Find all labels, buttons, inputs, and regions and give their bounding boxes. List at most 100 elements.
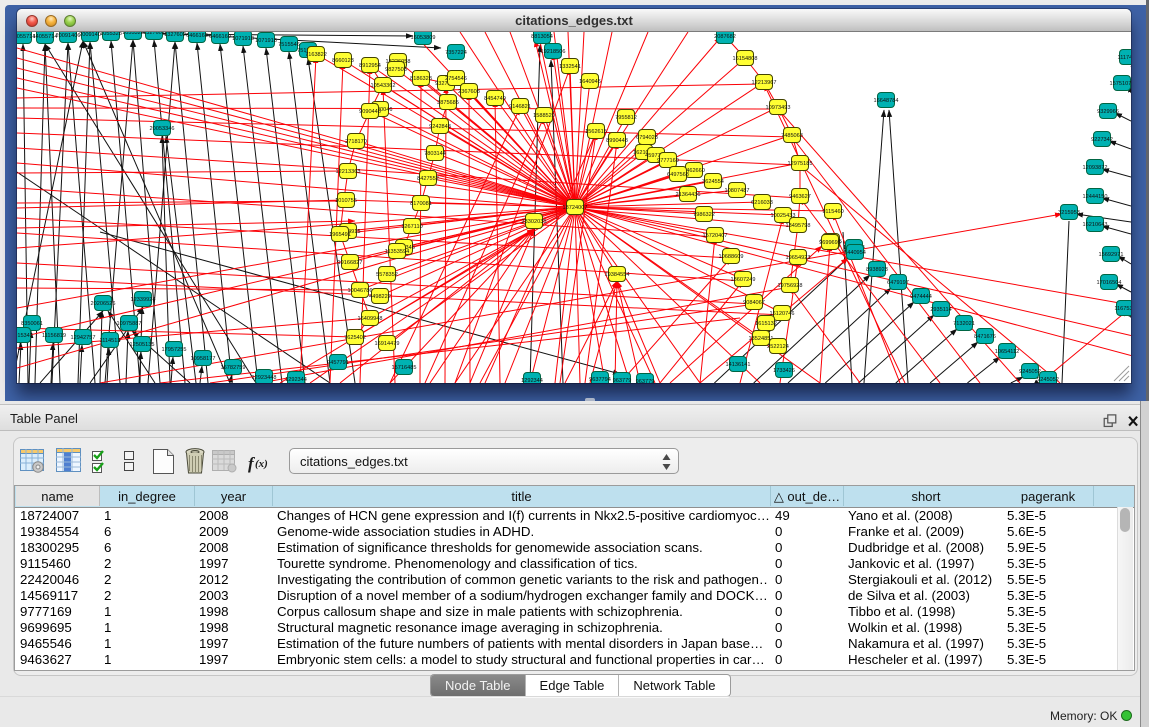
svg-text:20053346: 20053346 — [150, 126, 175, 132]
svg-text:8938923: 8938923 — [866, 267, 888, 273]
svg-text:17016504: 17016504 — [1097, 280, 1122, 286]
svg-text:19756928: 19756928 — [778, 283, 803, 289]
svg-text:1965491: 1965491 — [329, 232, 351, 238]
svg-text:11353594: 11353594 — [385, 249, 409, 255]
svg-text:12444150: 12444150 — [1083, 194, 1108, 200]
svg-text:963779: 963779 — [636, 379, 655, 383]
svg-text:3215953: 3215953 — [1058, 210, 1080, 216]
svg-text:7163822: 7163822 — [305, 52, 327, 58]
svg-text:3915343: 3915343 — [17, 333, 33, 339]
svg-text:16648784: 16648784 — [874, 98, 899, 104]
svg-text:12505135: 12505135 — [130, 342, 155, 348]
svg-text:5578352: 5578352 — [376, 272, 398, 278]
svg-text:9777169: 9777169 — [657, 158, 679, 164]
svg-text:7357224: 7357224 — [445, 50, 467, 56]
svg-text:20206526: 20206526 — [91, 301, 116, 307]
svg-text:9637794: 9637794 — [589, 377, 611, 383]
svg-text:18724007: 18724007 — [563, 205, 588, 211]
svg-text:1117433: 1117433 — [1118, 55, 1131, 61]
svg-text:9463627: 9463627 — [789, 194, 811, 200]
svg-text:3267110: 3267110 — [401, 224, 422, 230]
svg-text:8471676: 8471676 — [974, 334, 996, 340]
svg-text:1114513: 1114513 — [100, 338, 121, 344]
svg-text:6794028: 6794028 — [636, 135, 658, 141]
svg-text:18607249: 18607249 — [731, 277, 756, 283]
svg-text:8427552: 8427552 — [417, 176, 439, 182]
svg-text:9115460: 9115460 — [822, 209, 843, 215]
svg-text:19166827: 19166827 — [338, 260, 363, 266]
svg-text:9474444: 9474444 — [910, 294, 932, 300]
svg-text:7132021: 7132021 — [953, 321, 975, 327]
svg-text:17957255: 17957255 — [162, 347, 187, 353]
svg-text:8350061: 8350061 — [21, 321, 43, 327]
svg-text:9245052: 9245052 — [1037, 377, 1059, 383]
svg-text:1292344: 1292344 — [521, 378, 543, 383]
svg-text:16154808: 16154808 — [733, 56, 758, 62]
svg-text:1167533: 1167533 — [1114, 306, 1131, 312]
svg-text:1292344: 1292344 — [285, 377, 307, 383]
svg-text:9827503: 9827503 — [385, 67, 407, 73]
svg-text:12093872: 12093872 — [1083, 165, 1108, 171]
svg-text:6466160: 6466160 — [209, 34, 231, 40]
svg-text:16914479: 16914479 — [375, 341, 400, 347]
svg-text:6216033: 6216033 — [751, 200, 773, 206]
svg-text:9084067: 9084067 — [743, 300, 765, 306]
svg-text:23302035: 23302035 — [522, 219, 547, 225]
svg-text:13495798: 13495798 — [786, 223, 811, 229]
svg-text:1733426: 1733426 — [773, 368, 795, 374]
svg-text:7485063: 7485063 — [781, 133, 803, 139]
svg-text:9329966: 9329966 — [1097, 109, 1119, 115]
svg-text:2935114: 2935114 — [930, 307, 951, 313]
svg-text:2087682: 2087682 — [714, 34, 736, 40]
svg-text:10543362: 10543362 — [371, 83, 396, 89]
svg-text:12339924: 12339924 — [131, 297, 156, 303]
svg-text:963779: 963779 — [613, 378, 632, 383]
svg-text:7955812: 7955812 — [615, 115, 637, 121]
svg-text:1327602: 1327602 — [143, 32, 165, 36]
svg-text:1440954: 1440954 — [844, 250, 866, 256]
svg-text:(x): (x) — [255, 458, 268, 470]
svg-text:16210643: 16210643 — [1083, 222, 1108, 228]
svg-text:7986322: 7986322 — [693, 212, 715, 218]
svg-text:1055328: 1055328 — [122, 32, 144, 36]
svg-text:6479197: 6479197 — [887, 280, 909, 286]
svg-text:6497568: 6497568 — [667, 172, 689, 178]
svg-text:1588520: 1588520 — [533, 113, 555, 119]
svg-text:12975185: 12975185 — [788, 161, 813, 167]
svg-text:8990448: 8990448 — [606, 138, 628, 144]
svg-text:10688609: 10688609 — [719, 254, 744, 260]
svg-text:9242848: 9242848 — [429, 124, 451, 130]
svg-text:14136141: 14136141 — [726, 362, 751, 368]
svg-text:4498222: 4498222 — [369, 294, 391, 300]
svg-text:15720407: 15720407 — [703, 233, 728, 239]
svg-text:1562615: 1562615 — [585, 129, 607, 135]
svg-text:7803144: 7803144 — [424, 151, 446, 157]
svg-text:1010755: 1010755 — [335, 198, 357, 204]
svg-text:15692971: 15692971 — [1099, 252, 1124, 258]
svg-text:12923448: 12923448 — [252, 375, 277, 381]
svg-text:2754546: 2754546 — [445, 76, 467, 82]
svg-text:10975887: 10975887 — [117, 321, 142, 327]
svg-text:15751074: 15751074 — [1110, 81, 1131, 87]
svg-text:2367608: 2367608 — [458, 89, 480, 95]
svg-text:1071918: 1071918 — [255, 38, 277, 44]
svg-text:19654923: 19654923 — [786, 255, 811, 261]
svg-text:20091406: 20091406 — [56, 33, 81, 39]
svg-text:16409948: 16409948 — [358, 316, 383, 322]
svg-text:8813054: 8813054 — [531, 34, 553, 40]
svg-text:8186328: 8186328 — [410, 76, 432, 82]
svg-text:7625402: 7625402 — [344, 335, 366, 341]
svg-text:1327602: 1327602 — [164, 32, 186, 38]
svg-text:9227342: 9227342 — [1091, 137, 1113, 143]
svg-text:19384554: 19384554 — [605, 272, 630, 278]
svg-text:1071918: 1071918 — [232, 36, 254, 42]
svg-text:12213967: 12213967 — [752, 80, 777, 86]
svg-text:16053809: 16053809 — [411, 35, 436, 41]
svg-text:3875685: 3875685 — [437, 100, 459, 106]
svg-text:2522124: 2522124 — [767, 344, 789, 350]
svg-text:6466160: 6466160 — [186, 33, 208, 39]
svg-text:8660123: 8660123 — [332, 58, 354, 64]
svg-text:12213363: 12213363 — [336, 169, 361, 175]
svg-text:9245052: 9245052 — [1019, 369, 1041, 375]
svg-text:8912954: 8912954 — [359, 63, 381, 69]
